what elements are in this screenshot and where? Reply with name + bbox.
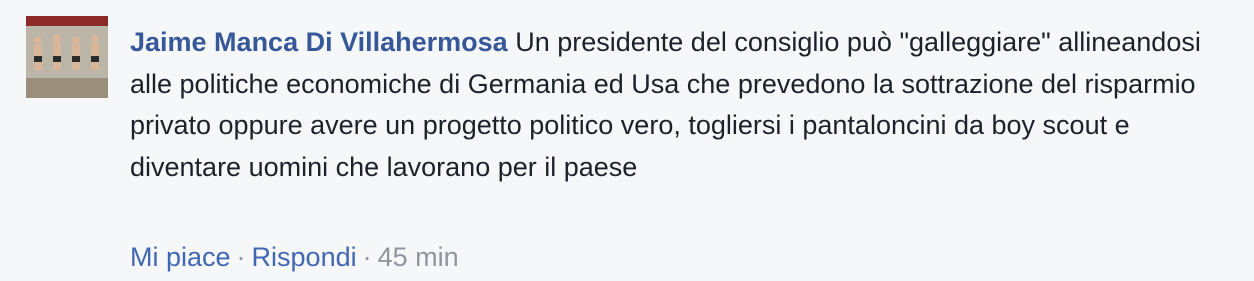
comment: Jaime Manca Di Villahermosa Un president… xyxy=(0,0,1254,281)
comment-body: Jaime Manca Di Villahermosa Un president… xyxy=(130,22,1230,188)
like-button[interactable]: Mi piace xyxy=(130,242,231,272)
author-name[interactable]: Jaime Manca Di Villahermosa xyxy=(130,27,508,57)
timestamp[interactable]: 45 min xyxy=(378,242,459,272)
comment-actions: Mi piace · Rispondi · 45 min xyxy=(130,238,459,276)
reply-button[interactable]: Rispondi xyxy=(252,242,357,272)
avatar[interactable] xyxy=(26,16,108,98)
separator: · xyxy=(362,242,372,272)
separator: · xyxy=(236,242,246,272)
profile-photo-icon xyxy=(26,16,108,98)
